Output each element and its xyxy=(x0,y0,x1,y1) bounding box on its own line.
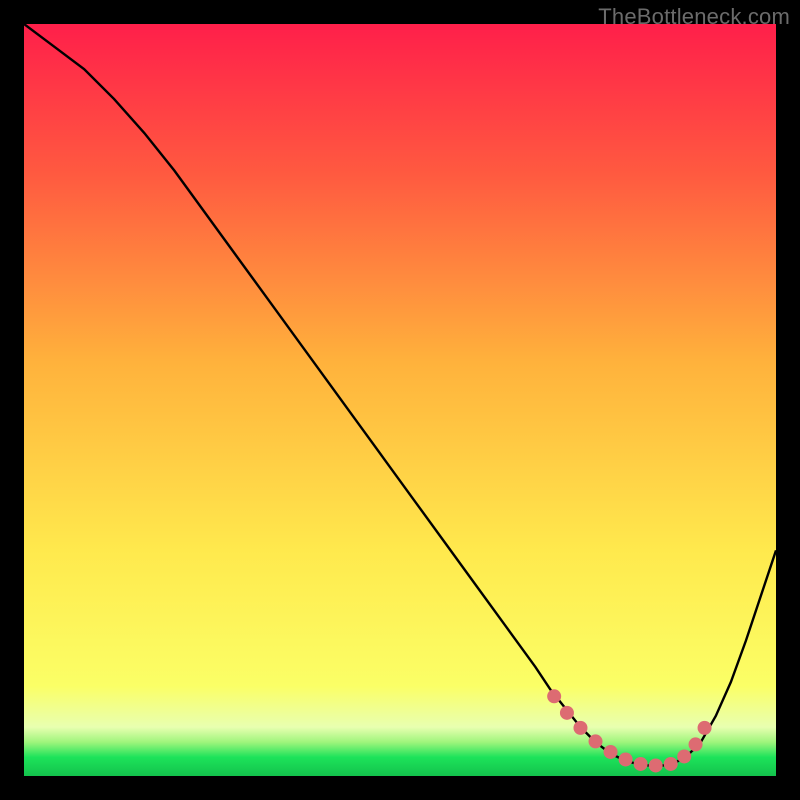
optimal-marker xyxy=(589,734,603,748)
heatmap-gradient xyxy=(24,24,776,776)
optimal-marker xyxy=(573,721,587,735)
optimal-marker xyxy=(547,689,561,703)
optimal-marker xyxy=(664,757,678,771)
optimal-marker xyxy=(634,757,648,771)
optimal-marker xyxy=(677,749,691,763)
optimal-marker xyxy=(698,721,712,735)
optimal-marker xyxy=(619,752,633,766)
watermark-text: TheBottleneck.com xyxy=(598,4,790,30)
optimal-marker xyxy=(689,737,703,751)
optimal-marker xyxy=(604,745,618,759)
optimal-marker xyxy=(649,758,663,772)
optimal-marker xyxy=(560,706,574,720)
chart-frame xyxy=(24,24,776,776)
bottleneck-plot xyxy=(24,24,776,776)
